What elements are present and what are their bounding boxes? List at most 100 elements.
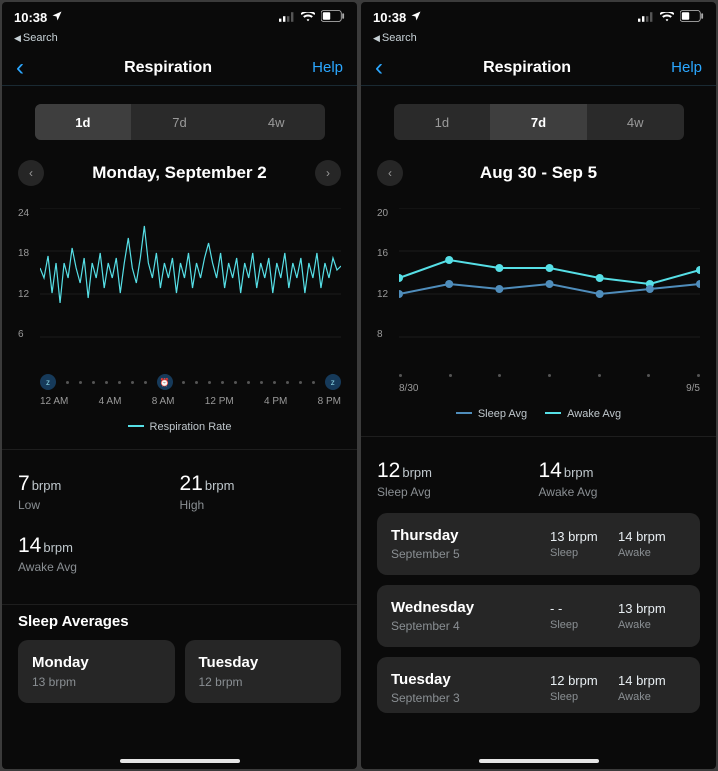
- stat-label: Sleep Avg: [377, 485, 539, 499]
- page-title: Respiration: [124, 59, 212, 77]
- x-tick: 12 PM: [205, 396, 234, 407]
- prev-week-button[interactable]: ‹: [377, 160, 403, 186]
- range-segment: 1d 7d 4w: [35, 104, 325, 140]
- day-name: Tuesday: [391, 671, 550, 688]
- segment-1d[interactable]: 1d: [35, 104, 132, 140]
- stat-value: 21: [180, 472, 203, 495]
- date-nav-row: ‹ Monday, September 2 ›: [2, 140, 357, 186]
- nav-bar: ‹ Respiration Help: [2, 50, 357, 86]
- y-axis: 24 18 12 6: [18, 208, 40, 340]
- day-date: September 5: [391, 547, 550, 561]
- status-time: 10:38: [14, 10, 47, 25]
- day-sleep-val: 13 brpm: [550, 529, 618, 544]
- segment-4w[interactable]: 4w: [587, 104, 684, 140]
- segment-1d[interactable]: 1d: [394, 104, 491, 140]
- battery-icon: [321, 10, 345, 25]
- back-to-search[interactable]: ◀ Search: [2, 32, 357, 50]
- sleep-avg-card[interactable]: Tuesday 12 brpm: [185, 640, 342, 703]
- y-tick: 16: [377, 248, 399, 259]
- stat-low: 7brpm Low: [18, 464, 180, 526]
- legend-awake: Awake Avg: [567, 408, 621, 420]
- y-axis: 20 16 12 8: [377, 208, 399, 340]
- col-label: Sleep: [550, 547, 618, 559]
- x-tick: 8 PM: [318, 396, 341, 407]
- time-marker-row: z ⏰ z: [18, 374, 341, 390]
- y-tick: 12: [377, 289, 399, 300]
- back-search-label: Search: [23, 32, 58, 44]
- x-tick: 4 PM: [264, 396, 287, 407]
- status-time: 10:38: [373, 10, 406, 25]
- sleep-averages-title: Sleep Averages: [2, 605, 357, 640]
- stat-label: Awake Avg: [18, 560, 180, 574]
- back-search-label: Search: [382, 32, 417, 44]
- back-to-search[interactable]: ◀ Search: [361, 32, 716, 50]
- help-link[interactable]: Help: [312, 59, 343, 76]
- wifi-icon: [301, 10, 315, 25]
- battery-icon: [680, 10, 704, 25]
- stat-high: 21brpm High: [180, 464, 342, 526]
- signal-icon: [638, 10, 654, 25]
- segment-4w[interactable]: 4w: [228, 104, 325, 140]
- wifi-icon: [660, 10, 674, 25]
- stat-unit: brpm: [43, 540, 73, 555]
- home-indicator[interactable]: [120, 759, 240, 763]
- day-card[interactable]: Wednesday September 4 - -Sleep 13 brpmAw…: [377, 585, 700, 647]
- home-indicator[interactable]: [479, 759, 599, 763]
- location-icon: [51, 10, 63, 25]
- stat-value: 14: [539, 459, 562, 482]
- signal-icon: [279, 10, 295, 25]
- stat-label: Low: [18, 498, 180, 512]
- chart-area: 20 16 12 8: [361, 186, 716, 420]
- day-date: September 3: [391, 691, 550, 705]
- prev-day-button[interactable]: ‹: [18, 160, 44, 186]
- next-day-button[interactable]: ›: [315, 160, 341, 186]
- range-segment: 1d 7d 4w: [394, 104, 684, 140]
- date-label: Monday, September 2: [92, 163, 266, 183]
- nav-bar: ‹ Respiration Help: [361, 50, 716, 86]
- day-awake-val: 14 brpm: [618, 529, 686, 544]
- stat-unit: brpm: [564, 465, 594, 480]
- segment-7d[interactable]: 7d: [490, 104, 587, 140]
- day-awake-val: 14 brpm: [618, 673, 686, 688]
- back-chevron-icon[interactable]: ‹: [375, 54, 383, 82]
- sleep-averages-row: Monday 13 brpm Tuesday 12 brpm: [2, 640, 357, 703]
- col-label: Awake: [618, 619, 686, 631]
- sleep-marker-icon: z: [40, 374, 56, 390]
- sleep-marker-icon: z: [325, 374, 341, 390]
- segment-7d[interactable]: 7d: [131, 104, 228, 140]
- y-tick: 18: [18, 248, 40, 259]
- side-by-side-container: 10:38 ◀ Search ‹ Respiration Help 1d 7d …: [0, 0, 718, 771]
- stat-label: High: [180, 498, 342, 512]
- card-title: Tuesday: [199, 654, 328, 671]
- day-name: Wednesday: [391, 599, 550, 616]
- stat-unit: brpm: [402, 465, 432, 480]
- back-chevron-icon[interactable]: ‹: [16, 54, 24, 82]
- date-nav-row: ‹ Aug 30 - Sep 5: [361, 140, 716, 186]
- date-label: Aug 30 - Sep 5: [480, 163, 597, 183]
- stat-unit: brpm: [205, 478, 235, 493]
- help-link[interactable]: Help: [671, 59, 702, 76]
- stat-label: Awake Avg: [539, 485, 701, 499]
- card-subtitle: 13 brpm: [32, 675, 161, 689]
- stat-value: 12: [377, 459, 400, 482]
- sleep-avg-card[interactable]: Monday 13 brpm: [18, 640, 175, 703]
- card-subtitle: 12 brpm: [199, 675, 328, 689]
- day-sleep-val: 12 brpm: [550, 673, 618, 688]
- phone-left: 10:38 ◀ Search ‹ Respiration Help 1d 7d …: [2, 2, 357, 769]
- stat-awake-avg: 14brpm Awake Avg: [539, 451, 701, 513]
- x-axis: 8/30 9/5: [377, 383, 700, 394]
- chart-area: 24 18 12 6 z ⏰ z: [2, 186, 357, 433]
- x-axis: 12 AM 4 AM 8 AM 12 PM 4 PM 8 PM: [18, 396, 341, 407]
- day-card[interactable]: Tuesday September 3 12 brpm Sleep 14 brpm…: [377, 657, 700, 713]
- respiration-day-chart: [40, 208, 341, 338]
- stats-grid: 12brpm Sleep Avg 14brpm Awake Avg: [361, 437, 716, 513]
- y-tick: 12: [18, 289, 40, 300]
- time-marker-row: [377, 374, 700, 377]
- col-label: Sleep: [550, 691, 618, 703]
- col-label: Sleep: [550, 619, 618, 631]
- stat-value: 7: [18, 472, 30, 495]
- x-tick: 4 AM: [99, 396, 122, 407]
- card-title: Monday: [32, 654, 161, 671]
- day-card[interactable]: Thursday September 5 13 brpmSleep 14 brp…: [377, 513, 700, 575]
- chart-legend: Respiration Rate: [18, 421, 341, 433]
